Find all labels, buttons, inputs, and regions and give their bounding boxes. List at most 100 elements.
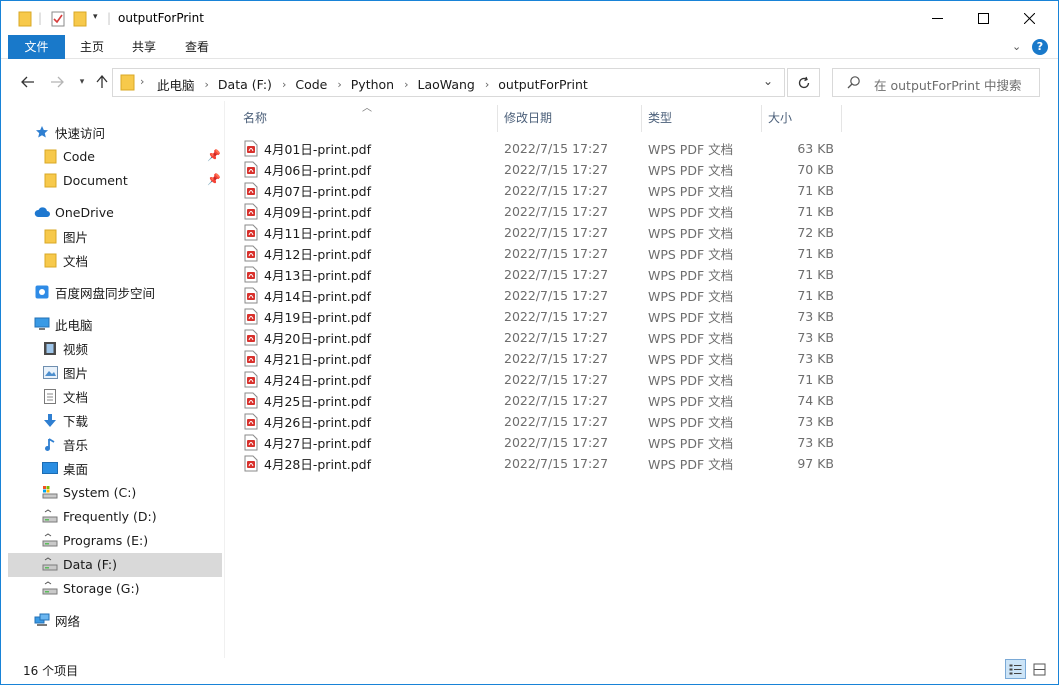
chevron-right-icon[interactable]: ›	[404, 78, 408, 91]
breadcrumb-this-pc[interactable]: 此电脑	[157, 75, 195, 94]
file-row[interactable]: 4月14日-print.pdf 2022/7/15 17:27 WPS PDF 文档…	[237, 285, 842, 306]
column-header-type[interactable]: 类型	[642, 105, 761, 132]
item-count: 16 个项目	[23, 664, 79, 678]
file-row[interactable]: 4月09日-print.pdf 2022/7/15 17:27 WPS PDF 文档…	[237, 201, 842, 222]
file-row[interactable]: 4月13日-print.pdf 2022/7/15 17:27 WPS PDF 文档…	[237, 264, 842, 285]
file-size: 73 KB	[797, 330, 834, 345]
file-row[interactable]: 4月07日-print.pdf 2022/7/15 17:27 WPS PDF 文档…	[237, 180, 842, 201]
file-row[interactable]: 4月01日-print.pdf 2022/7/15 17:27 WPS PDF 文档…	[237, 138, 842, 159]
maximize-button[interactable]	[960, 1, 1006, 35]
sidebar-item-onedrive-documents[interactable]: 文档	[42, 248, 88, 272]
music-note-icon	[42, 436, 58, 452]
sidebar-item-drive-f[interactable]: Data (F:)	[42, 552, 117, 576]
file-row[interactable]: 4月21日-print.pdf 2022/7/15 17:27 WPS PDF 文档…	[237, 348, 842, 369]
download-arrow-icon	[42, 412, 58, 428]
file-date: 2022/7/15 17:27	[504, 246, 609, 261]
new-folder-icon[interactable]	[73, 10, 87, 28]
tab-file[interactable]: 文件	[8, 35, 65, 59]
desktop-icon	[42, 460, 58, 476]
breadcrumb-outputforprint[interactable]: outputForPrint	[498, 77, 588, 92]
file-row[interactable]: 4月27日-print.pdf 2022/7/15 17:27 WPS PDF 文档…	[237, 432, 842, 453]
file-row[interactable]: 4月25日-print.pdf 2022/7/15 17:27 WPS PDF 文档…	[237, 390, 842, 411]
pin-icon[interactable]: 📌	[207, 173, 221, 186]
file-row[interactable]: 4月11日-print.pdf 2022/7/15 17:27 WPS PDF 文档…	[237, 222, 842, 243]
sidebar-item-quick-access[interactable]: 快速访问	[34, 120, 105, 144]
sidebar-item-documents[interactable]: 文档	[42, 384, 88, 408]
sidebar-item-baidu[interactable]: 百度网盘同步空间	[34, 280, 155, 304]
ribbon-tabs: 文件 主页 共享 查看 ⌄ ?	[1, 35, 1058, 59]
chevron-right-icon[interactable]: ›	[282, 78, 286, 91]
pdf-file-icon	[244, 392, 258, 409]
address-history-chevron-icon[interactable]: ⌄	[763, 74, 773, 88]
breadcrumb-laowang[interactable]: LaoWang	[418, 77, 475, 92]
file-size: 71 KB	[797, 183, 834, 198]
sidebar-item-drive-c[interactable]: System (C:)	[42, 480, 136, 504]
chevron-right-icon[interactable]: ›	[205, 78, 209, 91]
column-header-size[interactable]: 大小	[762, 105, 842, 132]
close-button[interactable]	[1006, 1, 1052, 35]
sidebar-item-document[interactable]: Document	[42, 168, 128, 192]
column-header-name[interactable]: 名称	[237, 105, 497, 132]
chevron-right-icon[interactable]: ›	[337, 78, 341, 91]
refresh-button[interactable]	[787, 68, 820, 97]
file-date: 2022/7/15 17:27	[504, 330, 609, 345]
file-name: 4月26日-print.pdf	[264, 415, 371, 430]
sidebar-item-label: Document	[63, 172, 128, 188]
sidebar-item-drive-d[interactable]: Frequently (D:)	[42, 504, 157, 528]
expand-ribbon-chevron-icon[interactable]: ⌄	[1012, 40, 1021, 53]
sidebar-item-downloads[interactable]: 下载	[42, 408, 88, 432]
search-input[interactable]: 在 outputForPrint 中搜索	[874, 75, 1021, 94]
sidebar-item-this-pc[interactable]: 此电脑	[34, 312, 93, 336]
file-row[interactable]: 4月06日-print.pdf 2022/7/15 17:27 WPS PDF 文档…	[237, 159, 842, 180]
sidebar-item-music[interactable]: 音乐	[42, 432, 88, 456]
sidebar-item-code[interactable]: Code	[42, 144, 95, 168]
pane-divider[interactable]	[224, 101, 225, 658]
tab-home[interactable]: 主页	[67, 35, 117, 59]
file-row[interactable]: 4月28日-print.pdf 2022/7/15 17:27 WPS PDF 文档…	[237, 453, 842, 474]
sidebar-item-pictures[interactable]: 图片	[42, 360, 88, 384]
sidebar-item-onedrive-pictures[interactable]: 图片	[42, 224, 88, 248]
up-button[interactable]	[91, 71, 113, 93]
properties-icon[interactable]	[51, 10, 65, 28]
help-icon[interactable]: ?	[1032, 39, 1048, 55]
file-date: 2022/7/15 17:27	[504, 309, 609, 324]
details-view-button[interactable]	[1005, 659, 1026, 679]
pdf-file-icon	[244, 266, 258, 283]
tab-share[interactable]: 共享	[119, 35, 169, 59]
sidebar-item-drive-e[interactable]: Programs (E:)	[42, 528, 148, 552]
sidebar-item-videos[interactable]: 视频	[42, 336, 88, 360]
file-row[interactable]: 4月12日-print.pdf 2022/7/15 17:27 WPS PDF 文档…	[237, 243, 842, 264]
hard-drive-icon	[42, 580, 58, 596]
customize-toolbar-chevron-icon[interactable]: ▾	[93, 12, 98, 30]
file-row[interactable]: 4月19日-print.pdf 2022/7/15 17:27 WPS PDF 文档…	[237, 306, 842, 327]
pdf-file-icon	[244, 308, 258, 325]
picture-icon	[42, 364, 58, 380]
file-row[interactable]: 4月20日-print.pdf 2022/7/15 17:27 WPS PDF 文档…	[237, 327, 842, 348]
hard-drive-icon	[42, 532, 58, 548]
chevron-right-icon[interactable]: ›	[485, 78, 489, 91]
recent-locations-chevron-icon[interactable]: ▾	[71, 71, 93, 93]
document-icon	[42, 388, 58, 404]
breadcrumb-data-drive[interactable]: Data (F:)	[218, 77, 272, 92]
sidebar-item-drive-g[interactable]: Storage (G:)	[42, 576, 140, 600]
minimize-button[interactable]	[914, 1, 960, 35]
file-row[interactable]: 4月26日-print.pdf 2022/7/15 17:27 WPS PDF 文档…	[237, 411, 842, 432]
breadcrumb-python[interactable]: Python	[351, 77, 394, 92]
address-bar[interactable]: › 此电脑 › Data (F:) › Code › Python › LaoW…	[112, 68, 785, 97]
file-size: 70 KB	[797, 162, 834, 177]
file-size: 71 KB	[797, 288, 834, 303]
forward-button[interactable]	[46, 71, 68, 93]
sidebar-item-desktop[interactable]: 桌面	[42, 456, 88, 480]
pin-icon[interactable]: 📌	[207, 149, 221, 162]
large-icons-view-button[interactable]	[1029, 659, 1050, 679]
sidebar-item-onedrive[interactable]: OneDrive	[34, 200, 114, 224]
search-box[interactable]: 在 outputForPrint 中搜索	[832, 68, 1040, 97]
column-header-date[interactable]: 修改日期	[498, 105, 641, 132]
back-button[interactable]	[17, 71, 39, 93]
tab-view[interactable]: 查看	[172, 35, 222, 59]
column-separator[interactable]	[841, 105, 842, 132]
sidebar-item-network[interactable]: 网络	[34, 608, 80, 632]
breadcrumb-code[interactable]: Code	[295, 77, 327, 92]
file-row[interactable]: 4月24日-print.pdf 2022/7/15 17:27 WPS PDF 文档…	[237, 369, 842, 390]
file-type: WPS PDF 文档	[648, 352, 734, 367]
